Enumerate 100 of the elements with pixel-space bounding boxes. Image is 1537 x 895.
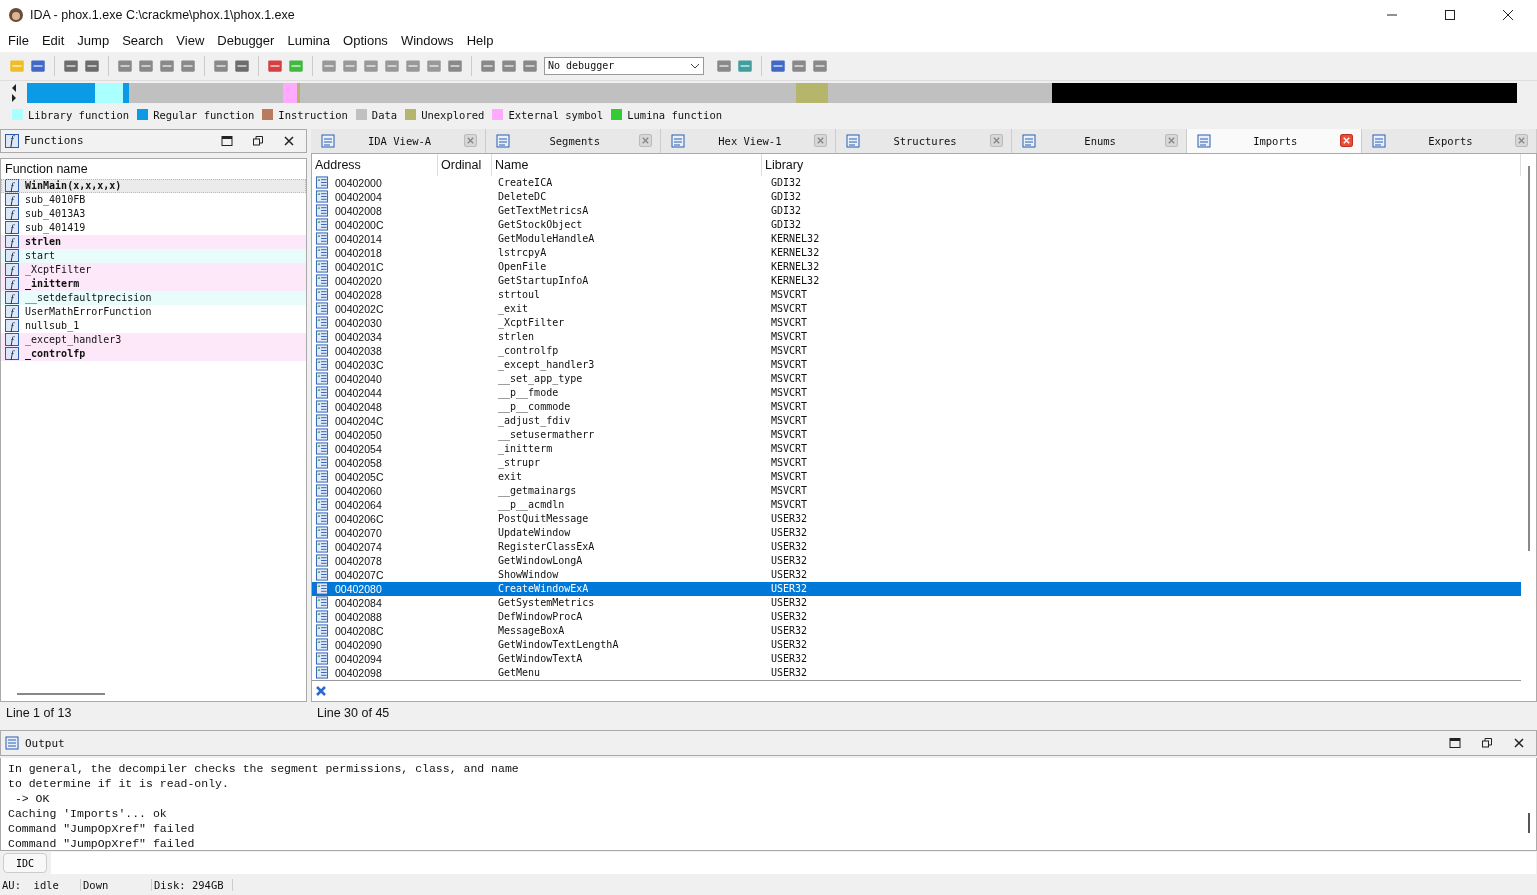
restore-icon[interactable] <box>252 134 264 147</box>
close-icon[interactable] <box>1513 737 1525 750</box>
import-icon <box>315 302 329 316</box>
table-row[interactable]: 00402000 CreateICA GDI32 <box>312 175 1521 190</box>
table-row[interactable]: 0040200C GetStockObject GDI32 <box>312 217 1521 232</box>
table-row[interactable]: 00402030 _XcptFilter MSVCRT <box>312 315 1521 330</box>
panel-title: Output <box>25 736 65 750</box>
import-icon <box>315 442 329 456</box>
table-row[interactable]: 00402050 __setusermatherr MSVCRT <box>312 427 1521 442</box>
table-row[interactable]: 00402070 UpdateWindow USER32 <box>312 525 1521 540</box>
table-row[interactable]: 00402094 GetWindowTextA USER32 <box>312 651 1521 666</box>
caret-icon[interactable] <box>690 62 700 69</box>
table-row[interactable]: 00402048 __p__commode MSVCRT <box>312 399 1521 414</box>
language-button[interactable]: IDC <box>3 853 47 874</box>
table-row[interactable]: 0040204C _adjust_fdiv MSVCRT <box>312 413 1521 428</box>
maximize-icon[interactable] <box>221 134 233 147</box>
menu-item[interactable]: Edit <box>35 33 71 49</box>
table-row[interactable]: 00402034 strlen MSVCRT <box>312 329 1521 344</box>
menu-item[interactable]: Lumina <box>281 33 337 49</box>
restore-icon[interactable] <box>1481 737 1493 750</box>
menu-item[interactable]: View <box>170 33 211 49</box>
import-icon <box>315 204 329 218</box>
legend-label: Lumina function <box>627 108 723 121</box>
import-icon <box>315 316 329 330</box>
scrollbar-thumb[interactable] <box>17 693 105 696</box>
function-row[interactable]: f WinMain(x,x,x,x) <box>1 178 306 193</box>
output-line: to determine if it is read-only. <box>8 776 230 792</box>
table-row[interactable]: 00402044 __p__fmode MSVCRT <box>312 385 1521 400</box>
table-row[interactable]: 00402020 GetStartupInfoA KERNEL32 <box>312 273 1521 288</box>
table-row[interactable]: 0040202C _exit MSVCRT <box>312 301 1521 316</box>
menu-item[interactable]: File <box>2 33 35 49</box>
table-row[interactable]: 0040207C ShowWindow USER32 <box>312 567 1521 582</box>
table-row[interactable]: 00402078 GetWindowLongA USER32 <box>312 553 1521 568</box>
tab[interactable]: Segments <box>486 128 662 153</box>
menu-item[interactable]: Debugger <box>211 33 281 49</box>
command-input-field[interactable] <box>51 852 1536 875</box>
navigation-band-drawing[interactable] <box>27 82 1517 103</box>
table-row[interactable]: 00402058 _strupr MSVCRT <box>312 455 1521 470</box>
table-row[interactable]: 00402060 __getmainargs MSVCRT <box>312 483 1521 498</box>
debugger-dropdown[interactable]: No debugger <box>544 56 704 75</box>
menu-item[interactable]: Help <box>460 33 500 49</box>
import-icon <box>315 582 329 596</box>
close-icon[interactable] <box>283 134 295 147</box>
table-row[interactable]: 00402080 CreateWindowExA USER32 <box>312 581 1521 596</box>
scroll-arrows-icon[interactable] <box>10 82 18 103</box>
table-row[interactable]: 00402064 __p__acmdln MSVCRT <box>312 497 1521 512</box>
column-header[interactable]: Name <box>492 153 762 176</box>
table-row[interactable]: 00402088 DefWindowProcA USER32 <box>312 609 1521 624</box>
import-icon <box>315 400 329 414</box>
table-row[interactable]: 00402014 GetModuleHandleA KERNEL32 <box>312 231 1521 246</box>
import-icon <box>315 652 329 666</box>
import-icon <box>315 260 329 274</box>
table-row[interactable]: 00402008 GetTextMetricsA GDI32 <box>312 203 1521 218</box>
legend-label: External symbol <box>508 108 604 121</box>
table-row[interactable]: 0040206C PostQuitMessage USER32 <box>312 511 1521 526</box>
table-row[interactable]: 00402028 strtoul MSVCRT <box>312 287 1521 302</box>
table-row[interactable]: 0040208C MessageBoxA USER32 <box>312 623 1521 638</box>
tab[interactable]: Enums <box>1011 128 1187 153</box>
table-row[interactable]: 00402038 _controlfp MSVCRT <box>312 343 1521 358</box>
maximize-icon[interactable] <box>1444 8 1456 21</box>
menu-item[interactable]: Search <box>116 33 170 49</box>
tab[interactable]: Imports <box>1186 128 1362 153</box>
table-row[interactable]: 00402074 RegisterClassExA USER32 <box>312 539 1521 554</box>
table-row[interactable]: 0040203C _except_handler3 MSVCRT <box>312 357 1521 372</box>
panel-title: Functions <box>24 134 84 148</box>
menu-item[interactable]: Jump <box>71 33 116 49</box>
import-icon <box>315 190 329 204</box>
close-icon[interactable] <box>1502 8 1514 21</box>
tab[interactable]: IDA View-A <box>311 128 487 153</box>
column-header[interactable]: Address <box>312 153 438 176</box>
import-icon <box>315 512 329 526</box>
import-icon <box>315 330 329 344</box>
import-icon <box>315 414 329 428</box>
scrollbar-thumb[interactable] <box>1527 813 1530 834</box>
import-icon <box>315 246 329 260</box>
import-icon <box>315 554 329 568</box>
table-row[interactable]: 00402098 GetMenu USER32 <box>312 665 1521 680</box>
import-icon <box>315 176 329 190</box>
menu-item[interactable]: Windows <box>394 33 460 49</box>
column-header[interactable]: Library <box>762 153 1521 176</box>
table-row[interactable]: 0040201C OpenFile KERNEL32 <box>312 259 1521 274</box>
function-icon: f <box>5 133 19 148</box>
table-row[interactable]: 00402004 DeleteDC GDI32 <box>312 189 1521 204</box>
import-icon <box>315 372 329 386</box>
table-row[interactable]: 00402084 GetSystemMetrics USER32 <box>312 595 1521 610</box>
menu-item[interactable]: Options <box>337 33 394 49</box>
column-header[interactable]: Function name <box>1 158 306 179</box>
tab[interactable]: Structures <box>836 128 1012 153</box>
scrollbar-thumb[interactable] <box>1527 165 1530 551</box>
import-icon <box>315 526 329 540</box>
column-header[interactable]: Ordinal <box>438 153 492 176</box>
table-row[interactable]: 0040205C exit MSVCRT <box>312 469 1521 484</box>
tab[interactable]: Hex View-1 <box>661 128 837 153</box>
output-line: -> OK <box>13 791 51 807</box>
table-row[interactable]: 00402040 __set_app_type MSVCRT <box>312 371 1521 386</box>
table-row[interactable]: 00402018 lstrcpyA KERNEL32 <box>312 245 1521 260</box>
table-row[interactable]: 00402054 _initterm MSVCRT <box>312 441 1521 456</box>
table-row[interactable]: 00402090 GetWindowTextLengthA USER32 <box>312 637 1521 652</box>
tab[interactable]: Exports <box>1361 128 1537 153</box>
maximize-icon[interactable] <box>1449 737 1461 750</box>
